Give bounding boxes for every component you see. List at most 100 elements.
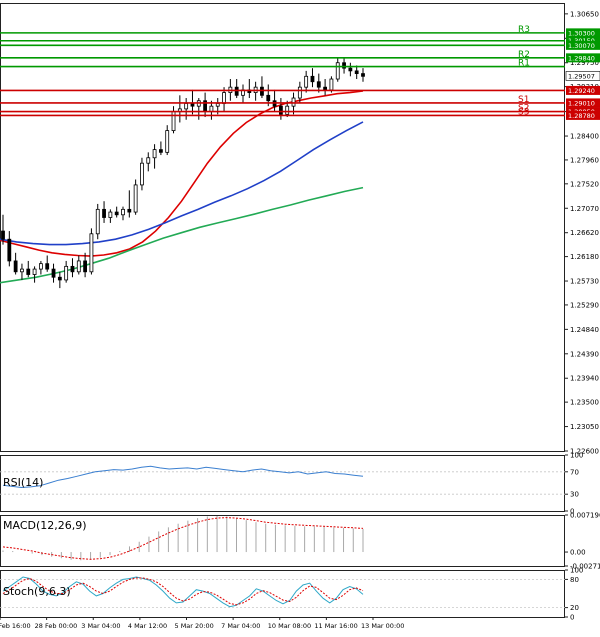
macd-axis-tick-label: 0.007196 [570,512,600,520]
candle-body [146,157,151,164]
price-axis-tick-label: 1.25290 [570,301,599,309]
price-axis-tick-label: 1.24840 [570,326,599,334]
candle-body [70,265,75,273]
rsi-axis-tick-label: 100 [570,452,583,460]
candle-body [57,276,62,281]
candle-body [215,103,220,107]
macd-axis-tick-label: 0.00 [570,549,586,557]
panel-frame-3 [0,570,565,618]
price-axis-tick-label: 1.26620 [570,229,599,237]
price-axis-tick-label: 1.27070 [570,205,599,213]
price-axis-tick-label: 1.23940 [570,375,599,383]
x-axis-tick-label: 7 Mar 04:00 [221,622,260,630]
candle-body [209,105,214,113]
candle-body [26,268,31,275]
x-axis-tick-label: 11 Mar 16:00 [314,622,357,630]
candle-body [329,78,334,91]
candle-body [76,260,81,273]
price-axis-tick-label: 1.30650 [570,10,599,18]
candle-body [20,268,24,273]
level-price-label: 1.29840 [568,54,595,62]
candle-body [316,81,321,88]
candle-body [51,268,56,278]
candle-body [140,162,144,186]
candle-body [278,105,283,115]
panel-frame-0 [0,3,565,452]
candle-body [165,130,170,153]
level-name-label: S3 [518,107,529,117]
candle-body [354,70,359,74]
candle-body [108,211,113,218]
candle-body [348,67,353,72]
candle-body [64,265,69,281]
x-axis-tick-label: 28 Feb 00:00 [35,622,78,630]
chart-svg: 1.306501.302001.297501.293101.288501.284… [0,3,600,630]
candle-body [304,75,309,88]
candle-body [83,260,88,273]
level-price-label: 1.30070 [568,42,595,50]
stoch-axis-tick-label: 100 [570,567,583,575]
price-axis-tick-label: 1.26180 [570,253,599,261]
rsi-axis-tick-label: 30 [570,491,579,499]
price-axis-tick-label: 1.27520 [570,180,599,188]
candle-body [121,208,125,216]
candle-body [190,103,195,107]
stoch-title: Stoch(9,6,3) [3,585,71,598]
x-axis-tick-label: 13 Mar 00:00 [361,622,404,630]
candle-body [127,208,132,213]
price-axis-tick-label: 1.27960 [570,156,599,164]
candle-body [323,86,328,91]
stoch-axis-tick-label: 80 [570,576,579,584]
candle-body [310,75,315,83]
candle-body [102,208,106,218]
stoch-axis-tick-label: 0 [570,614,574,622]
rsi-title: RSI(14) [3,476,43,489]
candle-body [38,263,43,270]
chart-container: 1.306501.302001.297501.293101.288501.284… [0,0,600,633]
candle-body [7,238,12,262]
price-axis-tick-label: 1.23500 [570,399,599,407]
x-axis-tick-label: 10 Mar 08:00 [268,622,311,630]
candle-body [171,111,176,132]
candle-body [234,86,239,96]
candle-body [158,149,163,153]
level-price-label: 1.30300 [568,29,595,37]
level-price-label: 1.29010 [568,99,595,107]
panel-frame-1 [0,455,565,512]
candle-body [45,263,50,270]
candle-body [95,208,100,235]
candle-body [361,73,365,77]
candle-body [222,92,226,104]
price-axis-tick-label: 1.24390 [570,350,599,358]
price-axis-tick-label: 1.23050 [570,423,599,431]
candle-body [133,184,138,213]
level-price-label: 1.29507 [568,72,595,80]
macd-title: MACD(12,26,9) [3,519,87,532]
candle-body [266,94,271,102]
stoch-axis-tick-label: 20 [570,604,579,612]
level-price-label: 1.29240 [568,87,595,95]
x-axis-tick-label: 3 Mar 04:00 [81,622,120,630]
level-name-label: R1 [518,59,530,69]
level-name-label: R3 [518,25,530,35]
rsi-axis-tick-label: 70 [570,468,579,476]
candle-body [32,268,37,275]
x-axis-tick-label: 27 Feb 16:00 [0,622,31,630]
candle-body [114,211,119,216]
level-price-label: 1.28780 [568,112,595,120]
candle-body [152,149,157,159]
candle-body [260,86,264,96]
candle-body [89,233,94,273]
candle-body [184,103,189,110]
price-axis-tick-label: 1.28400 [570,133,599,141]
candle-body [335,62,340,80]
candle-body [342,62,346,69]
x-axis-tick-label: 4 Mar 12:00 [128,622,167,630]
x-axis-tick-label: 5 Mar 20:00 [175,622,214,630]
candle-body [291,97,296,107]
candle-body [13,260,18,273]
candle-body [1,230,5,240]
candle-body [297,86,302,99]
candle-body [285,105,290,115]
price-axis-tick-label: 1.25730 [570,278,599,286]
